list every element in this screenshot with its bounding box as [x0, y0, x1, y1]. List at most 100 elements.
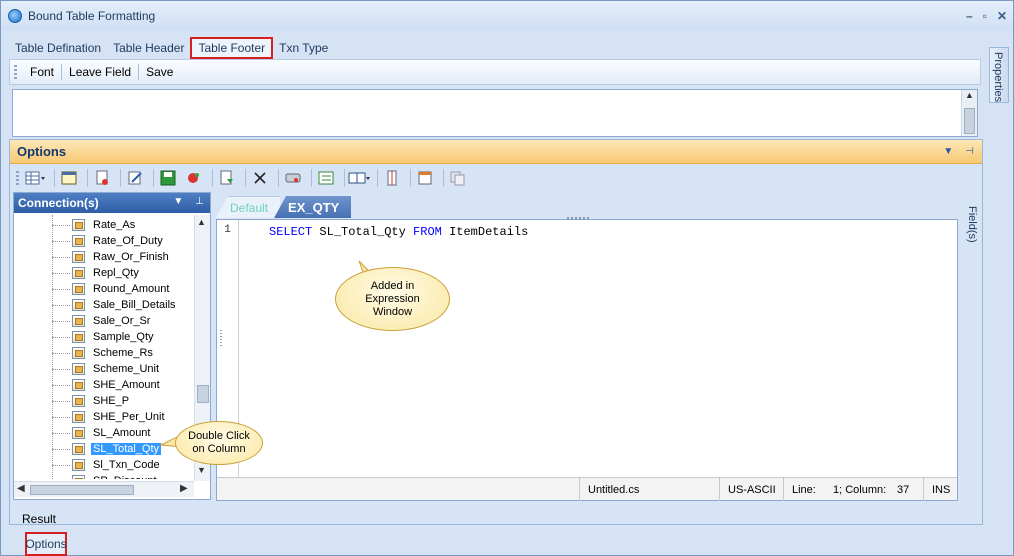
footer-text-area[interactable]: ▲: [12, 89, 978, 137]
save-button[interactable]: Save: [139, 63, 180, 81]
field-icon: [72, 283, 85, 295]
tree-column-label: Sample_Qty: [93, 331, 154, 343]
toolbar-separator: [344, 169, 345, 187]
sql-keyword-from: FROM: [413, 225, 442, 239]
field-icon: [72, 443, 85, 455]
result-tab[interactable]: Result: [22, 512, 56, 526]
tree-connector: [52, 215, 53, 479]
tree-column-item[interactable]: Sl_Txn_Code: [52, 457, 162, 473]
maximize-button[interactable]: ▫: [983, 9, 987, 23]
status-line-value: 1; Column:: [833, 483, 887, 496]
scroll-left-icon[interactable]: ◀: [17, 483, 25, 494]
tree-column-item[interactable]: Rate_Of_Duty: [52, 233, 165, 249]
toolbar-separator: [87, 169, 88, 187]
tree-column-item[interactable]: Scheme_Rs: [52, 345, 155, 361]
toolbar-grip[interactable]: [14, 65, 17, 79]
tree-column-item[interactable]: Sale_Bill_Details: [52, 297, 178, 313]
tree-column-label: Sale_Bill_Details: [93, 299, 176, 311]
field-icon: [72, 395, 85, 407]
disk-icon[interactable]: [282, 168, 304, 188]
columns-icon[interactable]: [381, 168, 403, 188]
properties-tab[interactable]: Properties: [989, 47, 1009, 103]
leave-field-button[interactable]: Leave Field: [62, 63, 138, 81]
scroll-thumb[interactable]: [30, 485, 134, 495]
app-window: Bound Table Formatting – ▫ ✕ Table Defin…: [0, 0, 1014, 556]
tree-column-item[interactable]: SHE_Per_Unit: [52, 409, 167, 425]
edit-doc-icon[interactable]: [124, 168, 146, 188]
tree-column-label: SL_Amount: [93, 427, 151, 439]
field-icon: [72, 235, 85, 247]
pin-icon[interactable]: ⊣: [965, 146, 974, 157]
close-button[interactable]: ✕: [997, 9, 1007, 23]
tree-column-item[interactable]: SP_Discount: [72, 473, 159, 479]
toolbar-separator: [311, 169, 312, 187]
double-click-callout-text: Double Click on Column: [188, 430, 250, 455]
list-icon[interactable]: [315, 168, 337, 188]
tree-column-label: Raw_Or_Finish: [93, 251, 169, 263]
export-doc-icon[interactable]: [216, 168, 238, 188]
book-dropdown-icon[interactable]: [348, 168, 370, 188]
tree-column-item[interactable]: SHE_Amount: [52, 377, 162, 393]
dropdown-arrow-icon[interactable]: ▼: [943, 146, 953, 157]
tab-txn-type[interactable]: Txn Type: [273, 38, 334, 58]
close-x-icon[interactable]: [249, 168, 271, 188]
tree-column-item[interactable]: SL_Amount: [52, 425, 152, 441]
delete-doc-icon[interactable]: [91, 168, 113, 188]
pin-icon[interactable]: ⊥: [195, 196, 204, 207]
tree-column-item[interactable]: Scheme_Unit: [52, 361, 161, 377]
calendar-icon[interactable]: [414, 168, 436, 188]
expression-editor[interactable]: 1 SELECT SL_Total_Qty FROM ItemDetails U…: [216, 217, 958, 501]
tab-default[interactable]: Default: [216, 196, 281, 218]
editor-tabs: Default EX_QTY: [216, 196, 352, 218]
tree-column-label: SL_Total_Qty: [91, 443, 162, 455]
tree-connector: [52, 225, 70, 226]
scroll-up-icon[interactable]: ▲: [965, 90, 974, 100]
table-icon[interactable]: [58, 168, 80, 188]
properties-label: Properties: [992, 52, 1004, 103]
scroll-thumb[interactable]: [197, 385, 209, 403]
toolbar-separator: [245, 169, 246, 187]
tree-column-item[interactable]: Rate_As: [52, 217, 137, 233]
tree-connector: [52, 401, 70, 402]
options-bottom-tab[interactable]: Options: [25, 532, 67, 556]
font-button[interactable]: Font: [23, 63, 61, 81]
save-icon[interactable]: [157, 168, 179, 188]
tree-column-item[interactable]: SL_Total_Qty: [52, 441, 162, 457]
run-icon[interactable]: [183, 168, 205, 188]
scroll-thumb[interactable]: [964, 108, 975, 134]
tree-column-item[interactable]: Raw_Or_Finish: [52, 249, 171, 265]
tree-column-item[interactable]: SHE_P: [52, 393, 131, 409]
fold-marker: [220, 330, 222, 346]
tree-connector: [52, 385, 70, 386]
scroll-down-icon[interactable]: ▼: [197, 465, 206, 475]
minimize-button[interactable]: –: [966, 9, 973, 23]
field-icon: [72, 427, 85, 439]
toolbar-grip[interactable]: [16, 171, 19, 185]
grid-dropdown-icon[interactable]: [25, 168, 47, 188]
editor-grip[interactable]: [567, 217, 589, 220]
dropdown-arrow-icon[interactable]: ▼: [173, 196, 183, 207]
footer-scrollbar[interactable]: ▲: [961, 90, 977, 136]
tree-column-label: Rate_Of_Duty: [93, 235, 163, 247]
scroll-right-icon[interactable]: ▶: [180, 483, 188, 494]
tree-column-item[interactable]: Repl_Qty: [52, 265, 141, 281]
fields-tab[interactable]: Field(s): [965, 192, 981, 500]
tree-connector: [52, 433, 70, 434]
toolbar-separator: [120, 169, 121, 187]
tab-table-header[interactable]: Table Header: [107, 38, 190, 58]
tab-table-footer[interactable]: Table Footer: [190, 37, 274, 59]
code-line[interactable]: SELECT SL_Total_Qty FROM ItemDetails: [269, 225, 528, 239]
scroll-up-icon[interactable]: ▲: [197, 217, 206, 227]
tab-table-defination[interactable]: Table Defination: [9, 38, 107, 58]
tree-horizontal-scrollbar[interactable]: ◀ ▶: [14, 481, 194, 497]
copy-icon[interactable]: [447, 168, 469, 188]
status-encoding: US-ASCII: [719, 478, 779, 501]
toolbar-separator: [443, 169, 444, 187]
tree-column-item[interactable]: Sample_Qty: [52, 329, 156, 345]
tree-connector: [52, 241, 70, 242]
tab-ex-qty[interactable]: EX_QTY: [274, 196, 352, 218]
tree-column-label: Repl_Qty: [93, 267, 139, 279]
tree-column-item[interactable]: Round_Amount: [52, 281, 171, 297]
tree-column-item[interactable]: Sale_Or_Sr: [52, 313, 152, 329]
expression-callout: Added in Expression Window: [335, 267, 450, 331]
